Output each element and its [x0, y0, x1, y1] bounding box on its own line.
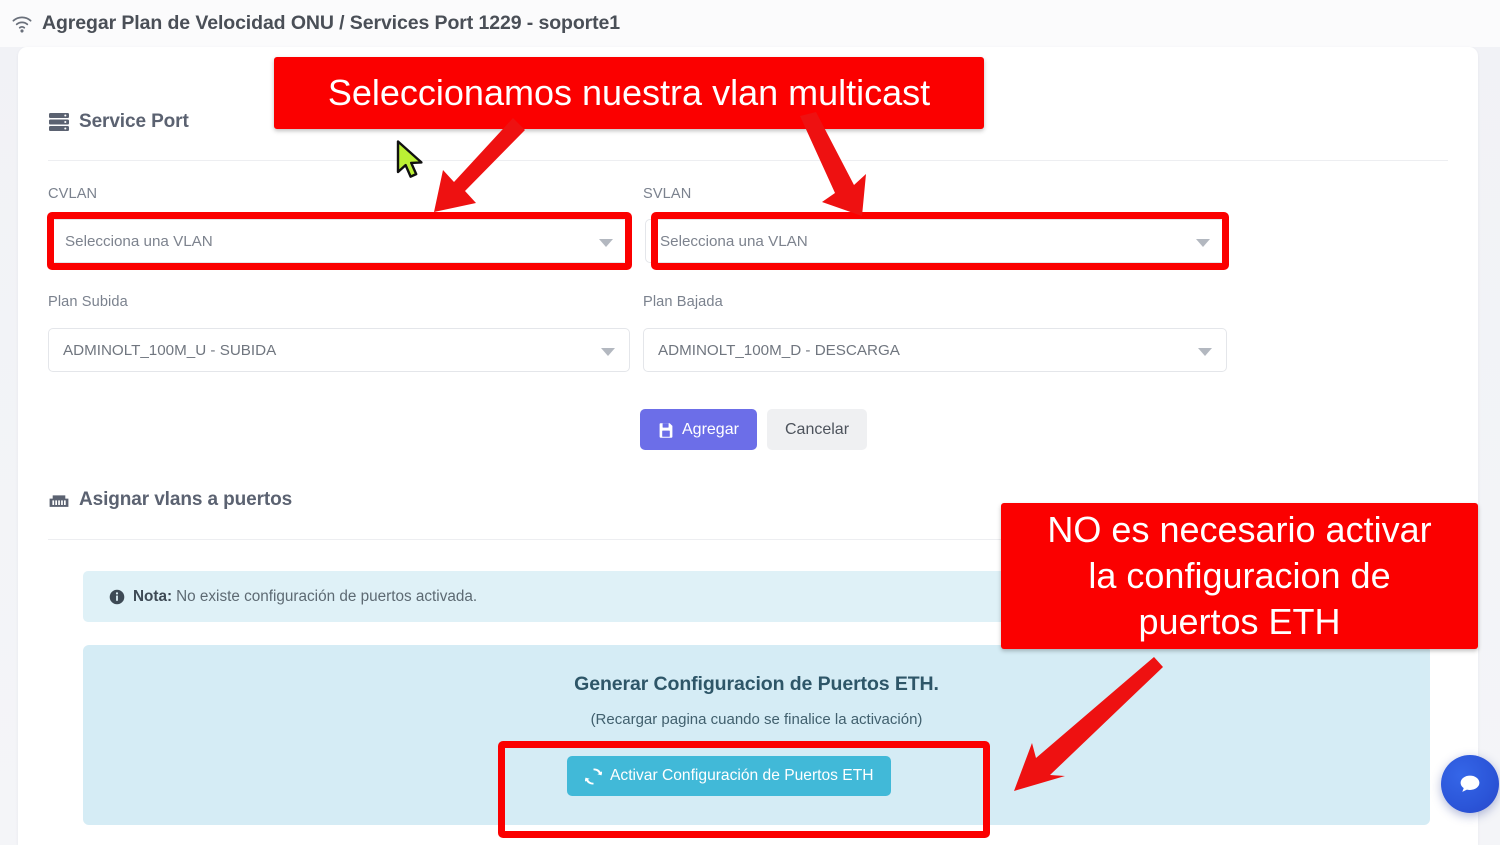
plan-subida-label: Plan Subida — [48, 294, 128, 310]
nota-alert-text: No existe configuración de puertos activ… — [176, 587, 478, 605]
plan-subida-select[interactable]: ADMINOLT_100M_U - SUBIDA — [48, 328, 630, 372]
cvlan-label: CVLAN — [48, 186, 98, 202]
assign-vlans-heading: Asignar vlans a puertos — [48, 489, 292, 511]
svlan-label: SVLAN — [643, 186, 692, 202]
chevron-down-icon — [599, 238, 613, 247]
service-port-divider — [48, 160, 1448, 161]
save-icon — [659, 422, 673, 438]
page-title: Agregar Plan de Velocidad ONU / Services… — [42, 12, 621, 34]
eth-config-panel: Generar Configuracion de Puertos ETH. (R… — [83, 645, 1430, 825]
nota-alert-strong: Nota: — [133, 587, 173, 605]
annotation-banner-top-line-0: Seleccionamos nuestra vlan multicast — [327, 72, 931, 113]
sync-icon — [585, 767, 602, 785]
wifi-icon — [12, 16, 32, 33]
activar-config-eth-button[interactable]: Activar Configuración de Puertos ETH — [567, 756, 892, 796]
annotation-banner-right-line-2: puertos ETH — [1138, 601, 1341, 642]
info-circle-icon — [109, 589, 125, 604]
cancelar-button-label: Cancelar — [785, 420, 850, 438]
annotation-banner-right-line-0: NO es necesario activar — [1047, 509, 1432, 550]
annotation-banner-right: NO es necesario activar la configuracion… — [1001, 503, 1478, 649]
chat-widget-button[interactable] — [1441, 755, 1499, 813]
service-port-heading-label: Service Port — [79, 111, 189, 132]
cancelar-button[interactable]: Cancelar — [767, 409, 868, 450]
chevron-down-icon — [1196, 238, 1210, 247]
eth-panel-heading: Generar Configuracion de Puertos ETH. — [574, 673, 939, 695]
plan-bajada-select[interactable]: ADMINOLT_100M_D - DESCARGA — [643, 328, 1227, 372]
assign-vlans-heading-label: Asignar vlans a puertos — [79, 489, 293, 510]
plan-bajada-label: Plan Bajada — [643, 294, 723, 310]
content-card: Service Port CVLAN Selecciona una VLAN S… — [18, 47, 1478, 845]
app-root: Agregar Plan de Velocidad ONU / Services… — [0, 0, 1500, 845]
chevron-down-icon — [601, 347, 615, 356]
cvlan-select-value: Selecciona una VLAN — [65, 232, 213, 250]
plan-subida-select-value: ADMINOLT_100M_U - SUBIDA — [63, 341, 277, 359]
activar-config-eth-button-label: Activar Configuración de Puertos ETH — [610, 767, 874, 784]
agregar-button[interactable]: Agregar — [640, 409, 757, 450]
eth-panel-subtext: (Recargar pagina cuando se finalice la a… — [590, 711, 923, 728]
chat-bubble-icon — [1460, 775, 1480, 792]
chevron-down-icon — [1198, 347, 1212, 356]
svlan-select[interactable]: Selecciona una VLAN — [645, 219, 1225, 263]
service-port-heading: Service Port — [48, 111, 189, 133]
plan-bajada-select-value: ADMINOLT_100M_D - DESCARGA — [658, 341, 900, 359]
svlan-select-value: Selecciona una VLAN — [660, 232, 808, 250]
annotation-banner-right-line-1: la configuracion de — [1088, 555, 1391, 596]
server-stack-icon — [49, 113, 69, 131]
annotation-banner-top: Seleccionamos nuestra vlan multicast — [274, 57, 984, 129]
page-header: Agregar Plan de Velocidad ONU / Services… — [0, 0, 1500, 47]
cvlan-select[interactable]: Selecciona una VLAN — [50, 219, 628, 263]
agregar-button-label: Agregar — [682, 420, 739, 438]
ethernet-port-icon — [49, 495, 69, 507]
